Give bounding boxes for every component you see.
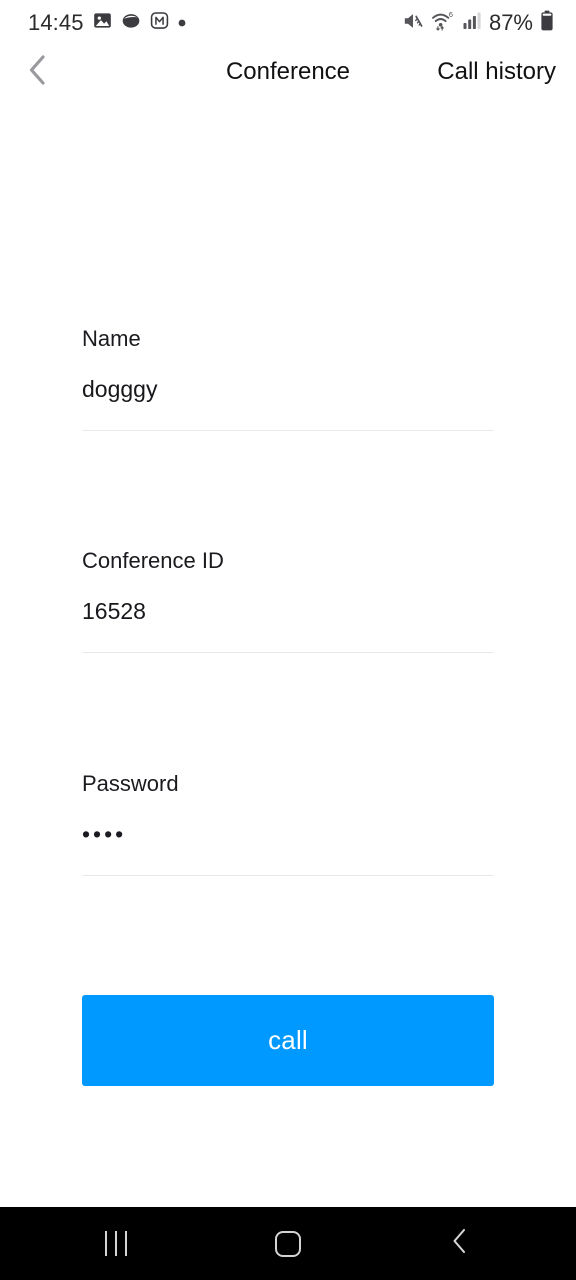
photos-icon xyxy=(93,11,112,35)
dot-indicator-icon xyxy=(178,14,186,32)
name-field-label: Name xyxy=(82,326,141,351)
recents-icon xyxy=(105,1231,127,1256)
home-icon xyxy=(275,1230,301,1257)
password-input[interactable]: •••• xyxy=(82,821,494,849)
chevron-left-icon xyxy=(449,1227,471,1260)
name-field-underline xyxy=(82,429,494,431)
status-bar-left: 14:45 xyxy=(28,11,186,35)
battery-percentage-label: 87% xyxy=(488,10,533,35)
field-group-password: Password •••• xyxy=(82,771,494,876)
password-field-label: Password xyxy=(82,771,179,796)
password-field-underline xyxy=(82,874,494,876)
phone-screen: 14:45 6 87% Conference Call history Name… xyxy=(0,0,576,1280)
svg-text:6: 6 xyxy=(449,10,453,19)
conference-id-field-label: Conference ID xyxy=(82,548,224,573)
home-button[interactable] xyxy=(238,1207,338,1280)
conference-form: Name dogggy Conference ID 16528 Password… xyxy=(0,98,576,1207)
battery-icon xyxy=(540,10,554,36)
recents-button[interactable] xyxy=(66,1207,166,1280)
name-input[interactable]: dogggy xyxy=(82,376,494,404)
status-bar-clock: 14:45 xyxy=(28,10,84,35)
wifi-6-icon: 6 xyxy=(431,10,456,36)
android-navigation-bar xyxy=(0,1207,576,1280)
field-group-name: Name dogggy xyxy=(82,326,494,431)
field-group-conference-id: Conference ID 16528 xyxy=(82,548,494,653)
cellular-signal-icon xyxy=(463,11,481,35)
status-bar: 14:45 6 87% xyxy=(0,0,576,46)
app-header: Conference Call history xyxy=(0,46,576,98)
m-app-icon xyxy=(150,11,169,35)
nav-back-button[interactable] xyxy=(410,1207,510,1280)
call-button[interactable]: call xyxy=(82,995,494,1086)
mute-vibrate-icon xyxy=(402,11,424,36)
call-history-link[interactable]: Call history xyxy=(437,60,556,84)
conference-id-field-underline xyxy=(82,651,494,653)
conference-id-input[interactable]: 16528 xyxy=(82,598,494,626)
status-bar-right: 6 87% xyxy=(402,10,554,36)
opera-icon xyxy=(121,11,141,35)
